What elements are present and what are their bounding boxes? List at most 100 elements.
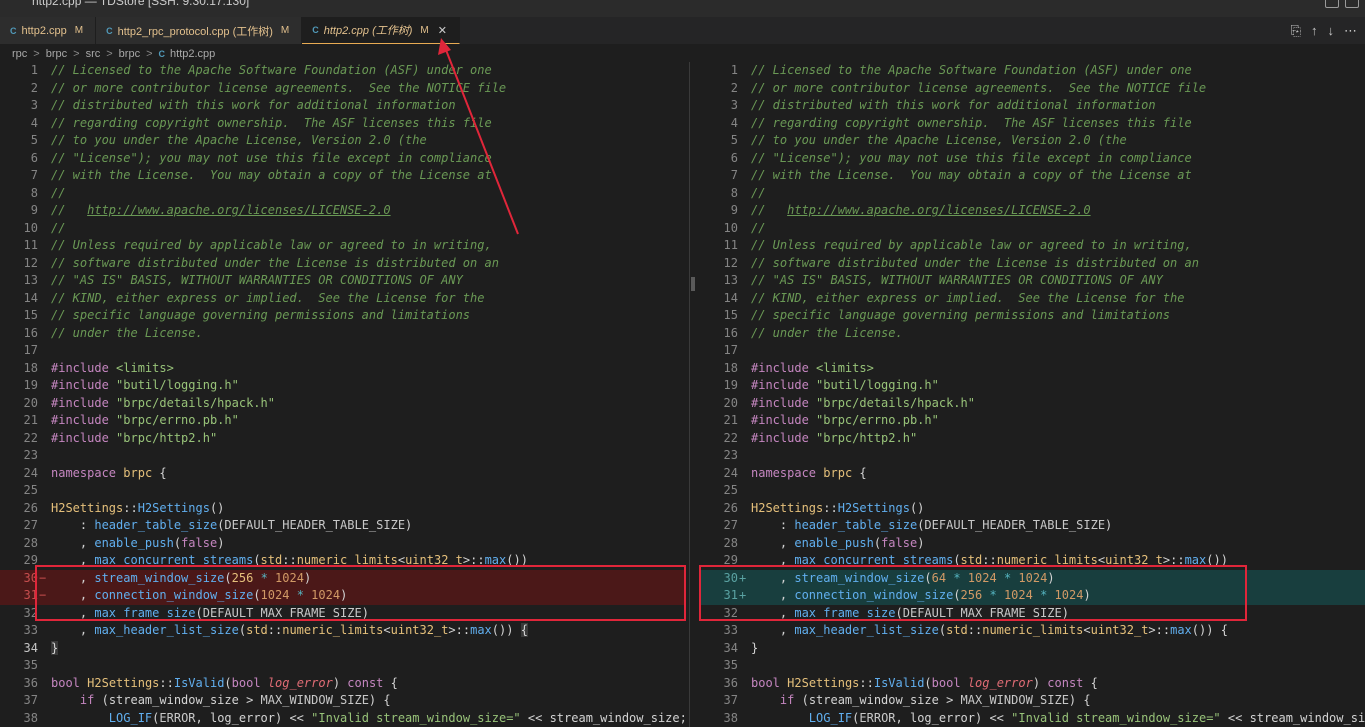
tab-label: http2.cpp (21, 24, 67, 37)
class-name: H2Settings (787, 675, 860, 690)
line-number: 4 (730, 115, 738, 130)
open-changes-icon[interactable]: ⎘ (1291, 23, 1301, 39)
line-number: 22 (723, 430, 738, 445)
line-number: 8 (30, 185, 38, 200)
preprocessor: #include (751, 430, 809, 445)
comment: // (751, 203, 788, 217)
namespace-name: brpc (123, 465, 153, 480)
more-actions-icon[interactable]: ⋯ (1344, 23, 1357, 39)
line-number: 2 (730, 80, 738, 95)
line-number: 27 (723, 518, 738, 532)
brace: { (152, 465, 167, 480)
breadcrumb-item[interactable]: rpc (12, 48, 27, 60)
code-line: 5 // to you under the Apache License, Ver… (0, 132, 686, 150)
code-line: 24 namespace brpc { (0, 465, 686, 483)
preprocessor: #include (51, 360, 109, 375)
diff-divider[interactable] (686, 62, 700, 727)
number: 1024 (1003, 588, 1033, 602)
code-line: 10 // (0, 220, 686, 238)
comment: // Licensed to the Apache Software Found… (751, 63, 1192, 77)
function-name: max (1184, 553, 1207, 567)
code-line: 8 // (0, 185, 686, 203)
scrollbar-thumb[interactable] (691, 277, 695, 291)
line-number: 4 (30, 115, 38, 130)
member-init: max_concurrent_streams (94, 553, 254, 567)
code-line: 1 // Licensed to the Apache Software Foun… (0, 62, 686, 80)
member-init: max_concurrent_streams (794, 553, 954, 567)
arrow-down-icon[interactable]: ↓ (1328, 23, 1335, 38)
minus-icon: − (39, 588, 47, 602)
code-line: 10 // (700, 220, 1365, 238)
include-path: "brpc/details/hpack.h" (816, 395, 975, 410)
license-link[interactable]: http://www.apache.org/licenses/LICENSE-2… (787, 203, 1090, 217)
line-number: 9 (730, 203, 738, 217)
operator: << (527, 710, 543, 725)
line-number: 18 (723, 360, 738, 375)
license-link[interactable]: http://www.apache.org/licenses/LICENSE-2… (87, 203, 390, 217)
code-line: 33 , max_header_list_size(std::numeric_l… (0, 622, 686, 640)
comment: // (751, 185, 766, 200)
number: 1024 (275, 570, 304, 585)
tab-http2-cpp[interactable]: C http2.cpp M (0, 17, 97, 44)
comment: // regarding copyright ownership. The AS… (751, 115, 1192, 130)
changed-value: 256 (960, 588, 983, 602)
line-number: 35 (723, 658, 738, 672)
tab-label: http2_rpc_protocol.cpp (工作树) (117, 25, 273, 38)
line-number: 35 (23, 658, 38, 672)
close-icon[interactable]: ✕ (438, 24, 447, 37)
namespace-name: brpc (823, 465, 853, 480)
function-name: max (470, 623, 492, 637)
line-number: 6 (30, 150, 38, 165)
code-line: 14 // KIND, either express or implied. Se… (700, 290, 1365, 308)
inserted-line: 30 + , stream_window_size(64 * 1024 * 102… (700, 569, 1365, 587)
line-number: 38 (23, 710, 38, 725)
parens: () (909, 500, 925, 515)
breadcrumb-item[interactable]: src (86, 48, 101, 60)
code-line: 7 // with the License. You may obtain a c… (700, 167, 1365, 185)
code-line: 34} (0, 640, 686, 658)
line-number: 13 (723, 273, 738, 287)
arrow-up-icon[interactable]: ↑ (1311, 23, 1318, 38)
minus-icon: − (39, 570, 47, 585)
code-line: 32 , max_frame_size(DEFAULT_MAX_FRAME_SI… (0, 605, 686, 623)
sash[interactable] (689, 62, 690, 727)
breadcrumb-file[interactable]: http2.cpp (170, 48, 215, 60)
inserted-line: 31 + , connection_window_size(256 * 1024 … (700, 587, 1365, 605)
code-line: 16 // under the License. (0, 325, 686, 343)
comment: // with the License. You may obtain a co… (751, 168, 1192, 182)
layout-controls[interactable] (1325, 0, 1359, 8)
changed-value: 1024 (260, 588, 290, 602)
code-line: 22 #include "brpc/http2.h" (0, 430, 686, 448)
code-line: 13 // "AS IS" BASIS, WITHOUT WARRANTIES O… (700, 272, 1365, 290)
preprocessor: #include (51, 430, 109, 445)
breadcrumb-item[interactable]: brpc (119, 48, 140, 60)
keyword: namespace (51, 465, 117, 480)
string: "Invalid stream_window_size=" (1011, 710, 1221, 725)
code-line: 15 // specific language governing permiss… (700, 307, 1365, 325)
code-line: 8 // (700, 185, 1365, 203)
line-number: 33 (23, 623, 38, 637)
line-number: 10 (23, 220, 38, 235)
type-name: numeric_limits (296, 553, 398, 567)
breadcrumb-item[interactable]: brpc (46, 48, 67, 60)
diff-original-pane[interactable]: 1 // Licensed to the Apache Software Foun… (0, 62, 686, 727)
brace: { (852, 465, 867, 480)
comment: // (51, 203, 88, 217)
modified-badge: M (280, 25, 290, 36)
namespace-name: std (246, 623, 268, 637)
line-number: 28 (723, 535, 738, 550)
tab-http2-rpc-protocol[interactable]: C http2_rpc_protocol.cpp (工作树) M (96, 17, 303, 44)
class-name: H2Settings (51, 500, 124, 515)
code-line: 3 // distributed with this work for addit… (700, 97, 1365, 115)
keyword: namespace (751, 465, 817, 480)
toggle-sidebar-icon[interactable] (1325, 0, 1339, 8)
comment: // KIND, either express or implied. See … (51, 290, 485, 305)
diff-modified-pane[interactable]: 1 // Licensed to the Apache Software Foun… (700, 62, 1365, 727)
line-number: 12 (23, 255, 38, 270)
preprocessor: #include (51, 378, 109, 392)
line-number: 1 (30, 63, 38, 77)
tab-http2-cpp-working-tree[interactable]: C http2.cpp (工作树) M ✕ (302, 17, 460, 44)
code-line: 25 (0, 482, 686, 500)
toggle-panel-icon[interactable] (1345, 0, 1359, 8)
parens: () (209, 500, 225, 515)
